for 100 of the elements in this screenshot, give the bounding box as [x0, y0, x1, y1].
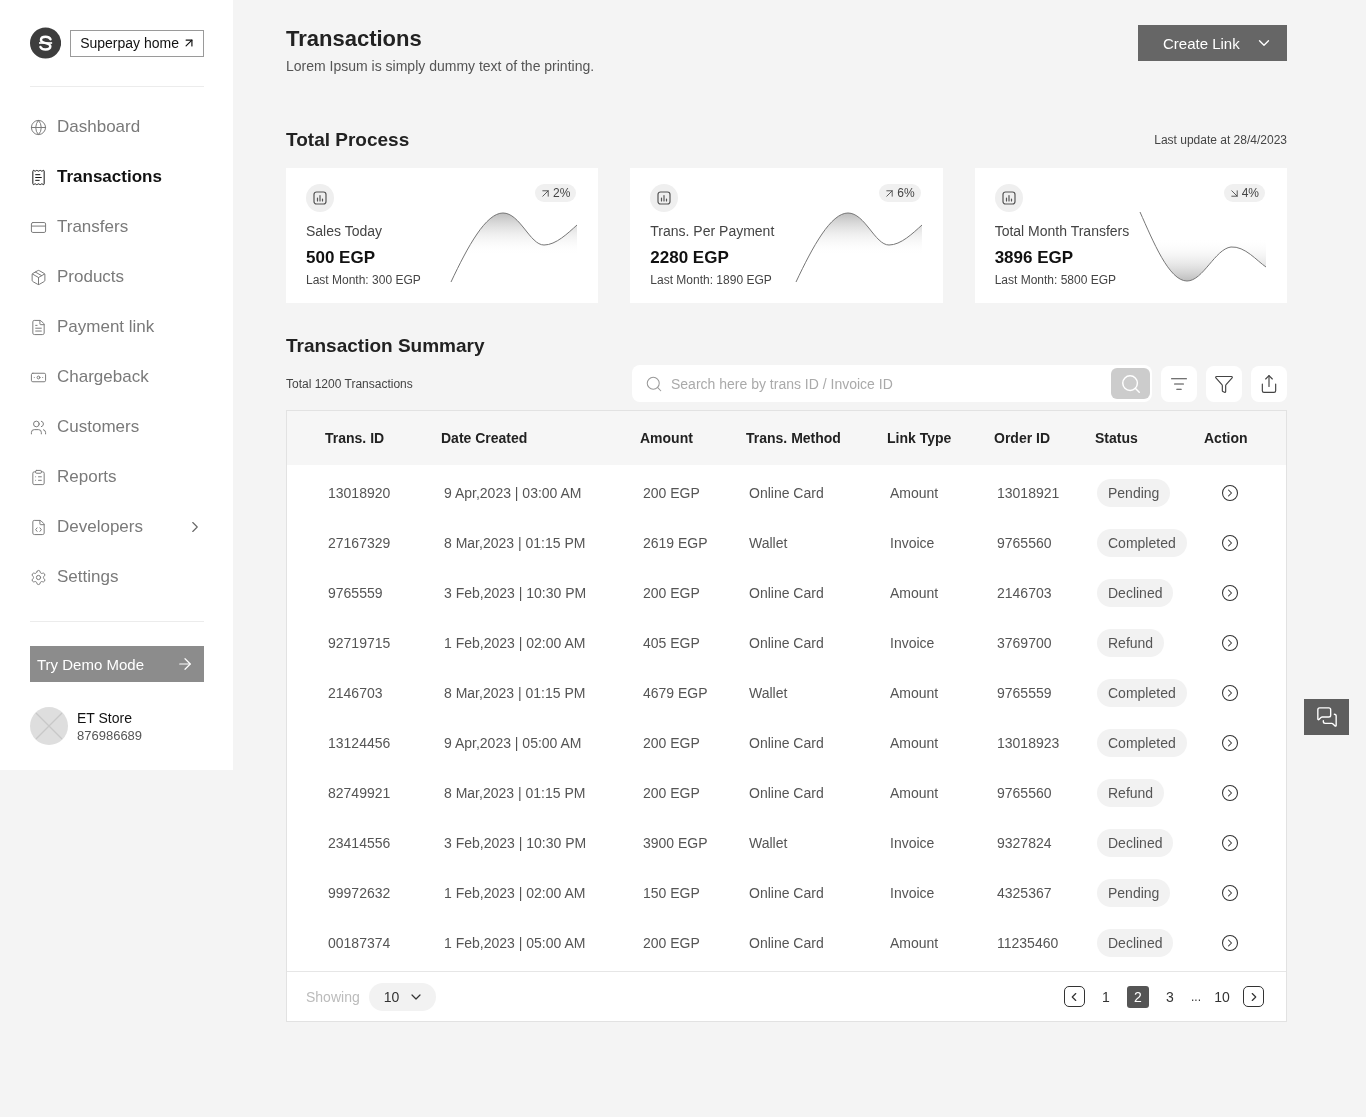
status-badge: Refund: [1097, 779, 1165, 807]
previous-page-button[interactable]: [1064, 986, 1085, 1007]
table-cell: 99972632: [328, 885, 391, 901]
chevron-circle-icon[interactable]: [1221, 534, 1239, 552]
page-button[interactable]: 1: [1095, 985, 1117, 1008]
column-header: Link Type: [887, 430, 952, 446]
table-cell: 1 Feb,2023 | 05:00 AM: [444, 935, 586, 951]
chevron-circle-icon[interactable]: [1221, 834, 1239, 852]
nav-item[interactable]: Customers: [30, 402, 204, 452]
trend-value: 6%: [897, 186, 915, 200]
page-button[interactable]: 10: [1211, 985, 1233, 1008]
stat-label: Trans. Per Payment: [650, 222, 775, 240]
table-cell: 9765560: [997, 535, 1052, 551]
column-header: Order ID: [994, 430, 1050, 446]
account-id: 876986689: [77, 726, 143, 744]
table-cell: 9765560: [997, 785, 1052, 801]
home-link[interactable]: Superpay home: [70, 29, 204, 57]
table-cell: 405 EGP: [643, 635, 700, 651]
chevron-circle-icon[interactable]: [1221, 734, 1239, 752]
filter-button[interactable]: [1206, 365, 1242, 402]
table-cell: 2619 EGP: [643, 535, 708, 551]
table-cell: Amount: [890, 935, 939, 951]
nav-item[interactable]: Settings: [30, 552, 204, 602]
chart-icon: [994, 184, 1023, 212]
table-cell: Amount: [890, 735, 939, 751]
document-icon: [30, 318, 47, 336]
table-cell: 1 Feb,2023 | 02:00 AM: [444, 635, 586, 651]
table-cell: 9765559: [328, 585, 383, 601]
settings-icon: [30, 568, 47, 586]
pagination-ellipsis: ...: [1191, 989, 1201, 1004]
table-cell: 9 Apr,2023 | 05:00 AM: [444, 735, 582, 751]
chevron-circle-icon[interactable]: [1221, 884, 1239, 902]
nav-item[interactable]: Transactions: [30, 152, 204, 202]
table-cell: Online Card: [749, 485, 824, 501]
column-header: Status: [1095, 430, 1138, 446]
table-cell: Wallet: [749, 535, 788, 551]
page-subtitle: Lorem Ipsum is simply dummy text of the printing.: [286, 57, 595, 76]
table-cell: Online Card: [749, 585, 824, 601]
table-cell: 3 Feb,2023 | 10:30 PM: [444, 835, 587, 851]
table-cell: 8 Mar,2023 | 01:15 PM: [444, 535, 586, 551]
export-button[interactable]: [1251, 365, 1287, 402]
page-size-dropdown[interactable]: 10: [368, 982, 437, 1011]
stat-value: 2280 EGP: [650, 247, 729, 269]
table-cell: 3900 EGP: [643, 835, 708, 851]
chevron-circle-icon[interactable]: [1221, 634, 1239, 652]
next-page-button[interactable]: [1243, 986, 1264, 1007]
logo-icon: [30, 24, 62, 62]
table-cell: 150 EGP: [643, 885, 700, 901]
clipboard-icon: [30, 468, 47, 486]
nav-item[interactable]: Chargeback: [30, 352, 204, 402]
table-cell: 27167329: [328, 535, 391, 551]
table-cell: Amount: [890, 485, 939, 501]
stat-previous: Last Month: 300 EGP: [306, 272, 421, 288]
search-icon: [1119, 372, 1142, 395]
create-link-button[interactable]: Create Link: [1138, 25, 1287, 61]
page-button[interactable]: 2: [1127, 985, 1149, 1008]
chevron-circle-icon[interactable]: [1221, 784, 1239, 802]
chat-button[interactable]: [1304, 699, 1349, 735]
status-badge: Refund: [1097, 629, 1165, 657]
table-cell: 9327824: [997, 835, 1052, 851]
table-cell: 9 Apr,2023 | 03:00 AM: [444, 485, 582, 501]
table-cell: 8 Mar,2023 | 01:15 PM: [444, 685, 586, 701]
chevron-circle-icon[interactable]: [1221, 684, 1239, 702]
trend-value: 4%: [1241, 186, 1259, 200]
table-cell: Online Card: [749, 885, 824, 901]
table-cell: 200 EGP: [643, 785, 700, 801]
status-badge: Declined: [1097, 929, 1174, 957]
page-button[interactable]: 3: [1159, 985, 1181, 1008]
table-cell: Wallet: [749, 685, 788, 701]
nav-item[interactable]: Reports: [30, 452, 204, 502]
table-cell: 200 EGP: [643, 585, 700, 601]
table-cell: 4679 EGP: [643, 685, 708, 701]
chat-bubbles-icon: [1315, 706, 1338, 728]
nav-item[interactable]: Developers: [30, 502, 204, 552]
demo-mode-button[interactable]: Try Demo Mode: [30, 646, 204, 682]
table-cell: 13124456: [328, 735, 391, 751]
chevron-circle-icon[interactable]: [1221, 484, 1239, 502]
last-update-text: Last update at 28/4/2023: [1154, 133, 1287, 147]
nav-item[interactable]: Products: [30, 252, 204, 302]
table-cell: Amount: [890, 785, 939, 801]
table-cell: 13018920: [328, 485, 391, 501]
box-icon: [30, 268, 47, 286]
nav-item[interactable]: Transfers: [30, 202, 204, 252]
table-cell: Amount: [890, 685, 939, 701]
table-cell: Online Card: [749, 935, 824, 951]
nav-item[interactable]: Payment link: [30, 302, 204, 352]
trend-value: 2%: [553, 186, 571, 200]
chevron-circle-icon[interactable]: [1221, 934, 1239, 952]
column-header: Date Created: [441, 430, 528, 446]
status-badge: Completed: [1097, 729, 1187, 757]
sort-button[interactable]: [1161, 365, 1197, 402]
status-badge: Declined: [1097, 829, 1174, 857]
nav-item[interactable]: Dashboard: [30, 102, 204, 152]
chart-icon: [306, 184, 334, 212]
arrow-right-icon: [176, 655, 194, 673]
chevron-circle-icon[interactable]: [1221, 584, 1239, 602]
status-badge: Completed: [1097, 529, 1187, 557]
stat-label: Sales Today: [306, 222, 382, 240]
search-field[interactable]: Search here by trans ID / Invoice ID: [632, 365, 1152, 402]
stat-label: Total Month Transfers: [994, 222, 1130, 240]
